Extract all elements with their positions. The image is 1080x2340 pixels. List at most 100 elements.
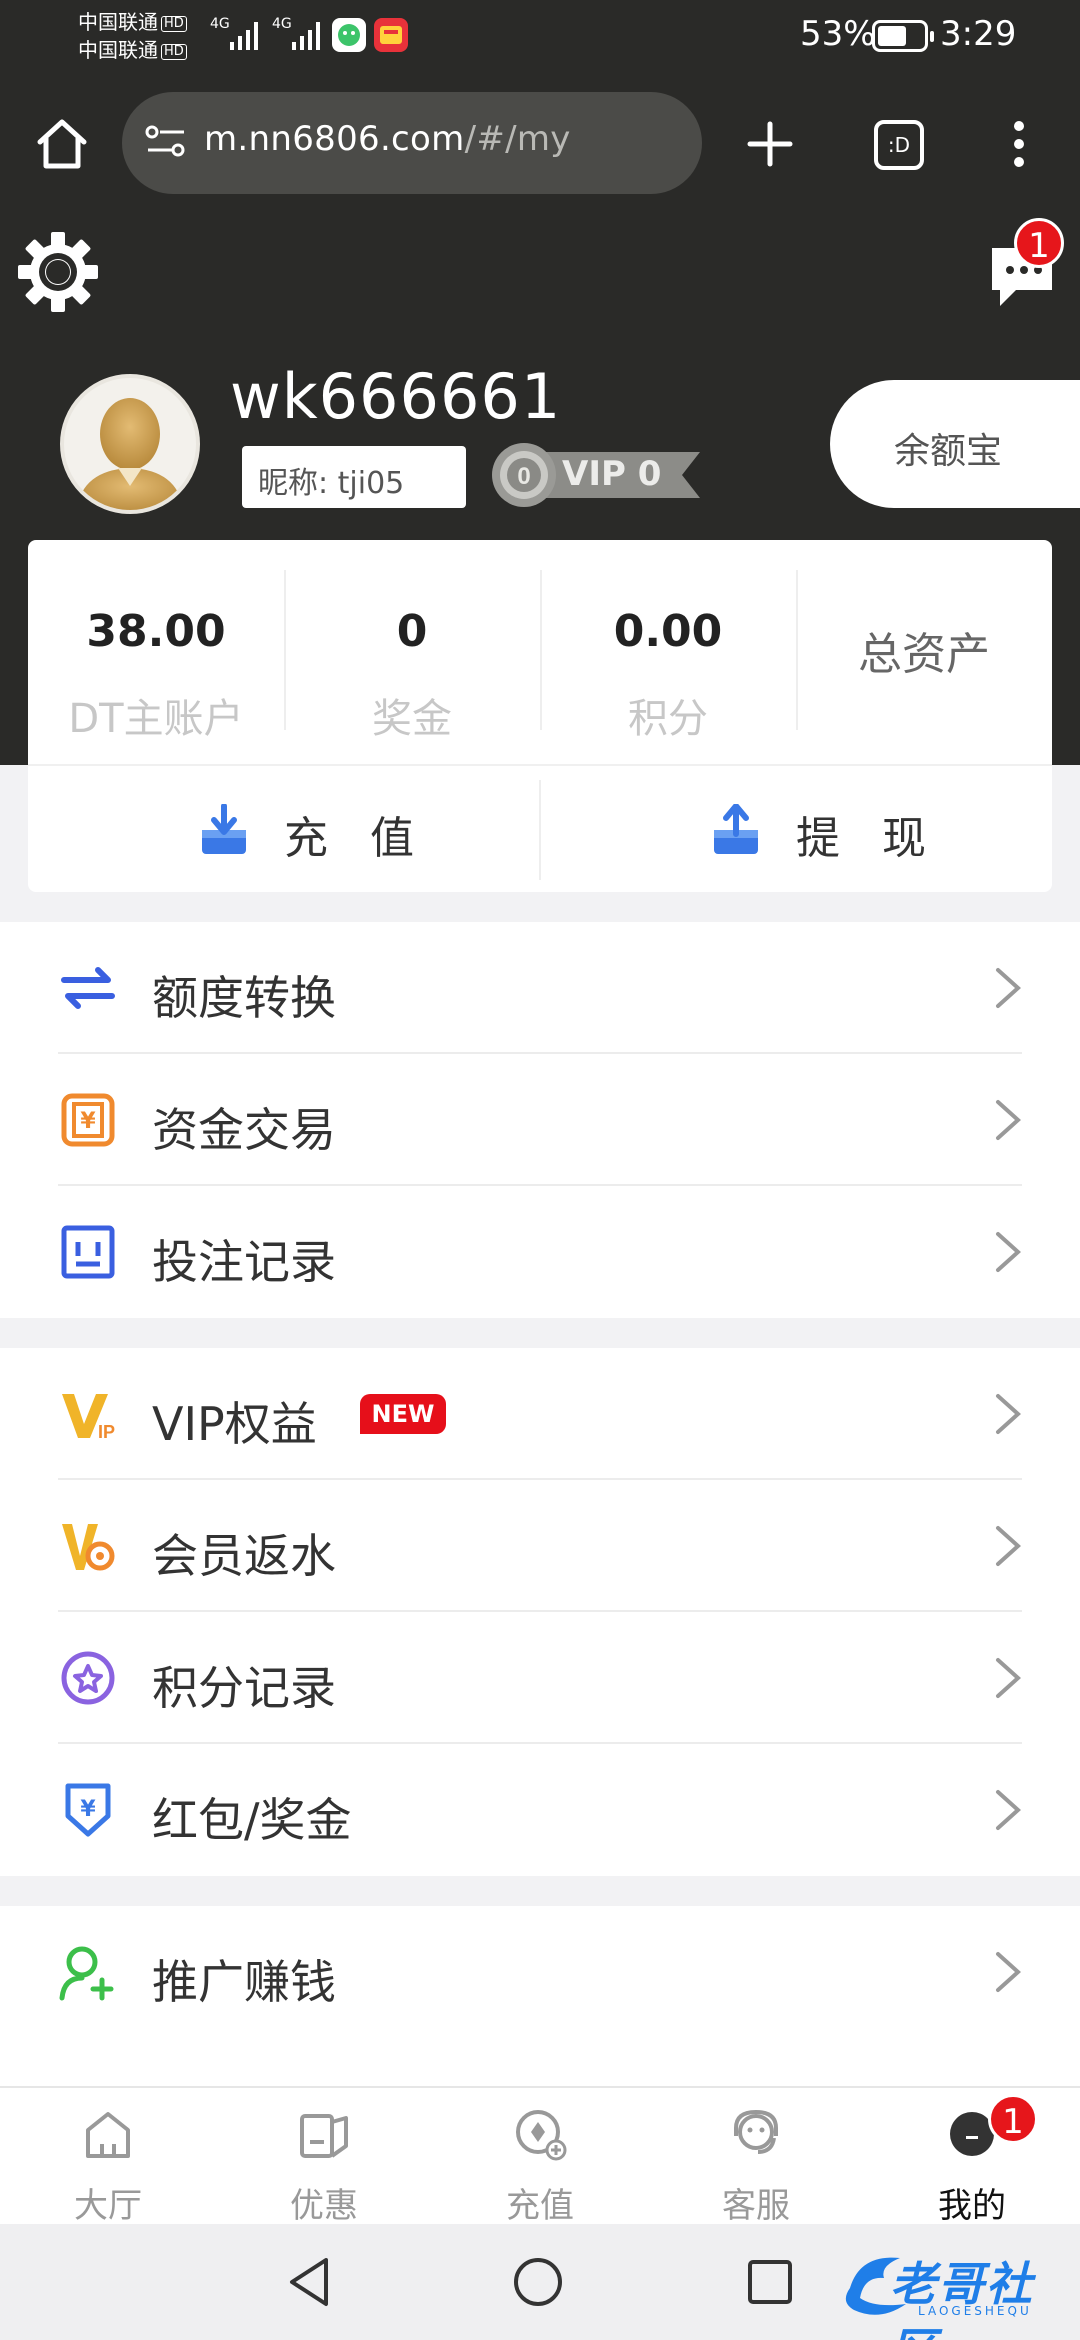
yuan-exchange-icon: ¥	[61, 1093, 115, 1147]
site-settings-icon[interactable]	[144, 122, 188, 162]
tab-label: 优惠	[290, 2186, 358, 2226]
stat-label: 积分	[628, 696, 708, 742]
hd-icon: HD	[161, 16, 187, 32]
url-path: /#/my	[464, 119, 571, 159]
app-root: 中国联通 HD 中国联通 HD 4G 4G 53% 3:29 m.nn6806.co…	[0, 0, 1080, 2340]
tab-deposit[interactable]: 充值	[432, 2088, 648, 2226]
chevron-right-icon	[996, 968, 1021, 1008]
battery-icon	[872, 20, 934, 52]
tab-label: 客服	[722, 2186, 790, 2226]
menu-item-promote-earn[interactable]: 推广赚钱	[0, 1906, 1080, 2038]
menu-item-quota-transfer[interactable]: 额度转换	[0, 922, 1080, 1054]
tab-promotions[interactable]: 优惠	[216, 2088, 432, 2226]
tab-label: 大厅	[74, 2186, 142, 2226]
svg-text:IP: IP	[98, 1422, 115, 1442]
recents-square-icon[interactable]	[742, 2254, 798, 2310]
message-badge: 1	[1014, 218, 1064, 268]
menu-item-label: 额度转换	[152, 971, 336, 1025]
menu-item-vip-benefits[interactable]: IP VIP权益 NEW	[0, 1348, 1080, 1480]
settings-gear-icon[interactable]	[16, 230, 100, 314]
watermark-subtext: LAOGESHEQU	[918, 2304, 1032, 2318]
menu-item-label: VIP权益	[152, 1397, 317, 1451]
carrier-2: 中国联通	[78, 38, 158, 62]
more-menu-icon[interactable]	[1004, 116, 1034, 172]
menu-group-funds: 额度转换 ¥ 资金交易 投注记录	[0, 922, 1080, 1318]
menu-item-points-records[interactable]: 积分记录	[0, 1612, 1080, 1744]
svg-text:¥: ¥	[80, 1109, 96, 1134]
tab-mine[interactable]: 我的 1	[864, 2088, 1080, 2226]
yuebao-button[interactable]: 余额宝	[830, 380, 1080, 508]
svg-text:¥: ¥	[80, 1797, 96, 1822]
menu-item-bet-records[interactable]: 投注记录	[0, 1186, 1080, 1318]
stat-main-account[interactable]: 38.00 DT主账户	[28, 562, 284, 742]
back-icon[interactable]	[282, 2254, 338, 2310]
chevron-right-icon	[996, 1952, 1021, 1992]
url-host: m.nn6806.com	[204, 119, 465, 159]
total-assets-button[interactable]: 总资产	[796, 618, 1052, 682]
new-tab-icon[interactable]	[744, 118, 796, 170]
home-circle-icon[interactable]	[510, 2254, 566, 2310]
menu-item-member-rebate[interactable]: 会员返水	[0, 1480, 1080, 1612]
tab-label: 充值	[506, 2186, 574, 2226]
transfer-icon	[61, 967, 115, 1009]
watermark-text: 老哥社区	[890, 2257, 1034, 2340]
new-badge: NEW	[360, 1394, 446, 1434]
svg-text:0: 0	[517, 463, 530, 490]
headset-icon	[734, 2109, 778, 2154]
chevron-right-icon	[996, 1232, 1021, 1272]
chevron-right-icon	[996, 1394, 1021, 1434]
app-notification-icon	[374, 18, 408, 52]
stat-value: 0.00	[613, 606, 723, 657]
deposit-button[interactable]: 充 值	[28, 766, 540, 892]
chevron-right-icon	[996, 1658, 1021, 1698]
rebate-icon	[62, 1524, 115, 1571]
deposit-label: 充 值	[284, 813, 428, 864]
points-star-icon	[61, 1651, 115, 1705]
stat-points[interactable]: 0.00 积分	[540, 562, 796, 742]
tab-switcher-button[interactable]: :D	[874, 120, 924, 170]
tab-customer-service[interactable]: 客服	[648, 2088, 864, 2226]
menu-group-rewards: IP VIP权益 NEW 会员返水 积分记录 ¥ 红包/奖金	[0, 1348, 1080, 1876]
stat-value: 0	[396, 606, 428, 657]
menu-item-label: 会员返水	[152, 1529, 336, 1583]
hd-icon: HD	[161, 44, 187, 60]
battery-percent: 53%	[800, 14, 876, 54]
vip-label: VIP 0	[562, 454, 662, 494]
lobby-home-icon	[86, 2112, 130, 2158]
chevron-right-icon	[996, 1790, 1021, 1830]
chevron-right-icon	[996, 1100, 1021, 1140]
withdraw-icon	[714, 804, 758, 854]
home-icon[interactable]	[34, 116, 90, 172]
stat-bonus[interactable]: 0 奖金	[284, 562, 540, 742]
stat-value: 38.00	[86, 606, 226, 657]
menu-item-fund-trading[interactable]: ¥ 资金交易	[0, 1054, 1080, 1186]
stat-label: DT主账户	[68, 696, 244, 742]
chevron-right-icon	[996, 1526, 1021, 1566]
nickname-label: 昵称: tji05	[242, 446, 466, 508]
vip-icon: IP	[62, 1394, 115, 1442]
add-user-icon	[59, 1946, 114, 2001]
tab-lobby[interactable]: 大厅	[0, 2088, 216, 2226]
menu-item-label: 资金交易	[152, 1103, 336, 1157]
menu-group-promotion: 推广赚钱	[0, 1906, 1080, 2106]
carrier-info: 中国联通 HD 中国联通 HD	[78, 8, 187, 64]
bottom-tab-bar: 大厅 优惠 充值 客服 我的 1	[0, 2086, 1080, 2226]
username: wk666661	[230, 360, 562, 433]
signal-icon	[230, 22, 258, 50]
avatar[interactable]	[60, 374, 200, 514]
menu-item-red-packet[interactable]: ¥ 红包/奖金	[0, 1744, 1080, 1876]
withdraw-button[interactable]: 提 现	[540, 766, 1052, 892]
menu-item-label: 推广赚钱	[152, 1955, 336, 2009]
status-bar: 中国联通 HD 中国联通 HD 4G 4G 53% 3:29	[0, 0, 1080, 80]
withdraw-label: 提 现	[796, 813, 940, 864]
clock: 3:29	[940, 14, 1017, 54]
address-bar[interactable]: m.nn6806.com/#/my	[122, 92, 702, 194]
wechat-app-icon	[332, 18, 366, 52]
mine-tab-badge: 1	[988, 2094, 1038, 2144]
menu-item-label: 投注记录	[152, 1235, 336, 1289]
deposit-coin-icon	[516, 2110, 567, 2161]
vip-level-badge[interactable]: 0 VIP 0	[490, 440, 700, 510]
signal-icon	[292, 22, 320, 50]
carrier-1: 中国联通	[78, 10, 158, 34]
records-icon	[61, 1225, 115, 1279]
